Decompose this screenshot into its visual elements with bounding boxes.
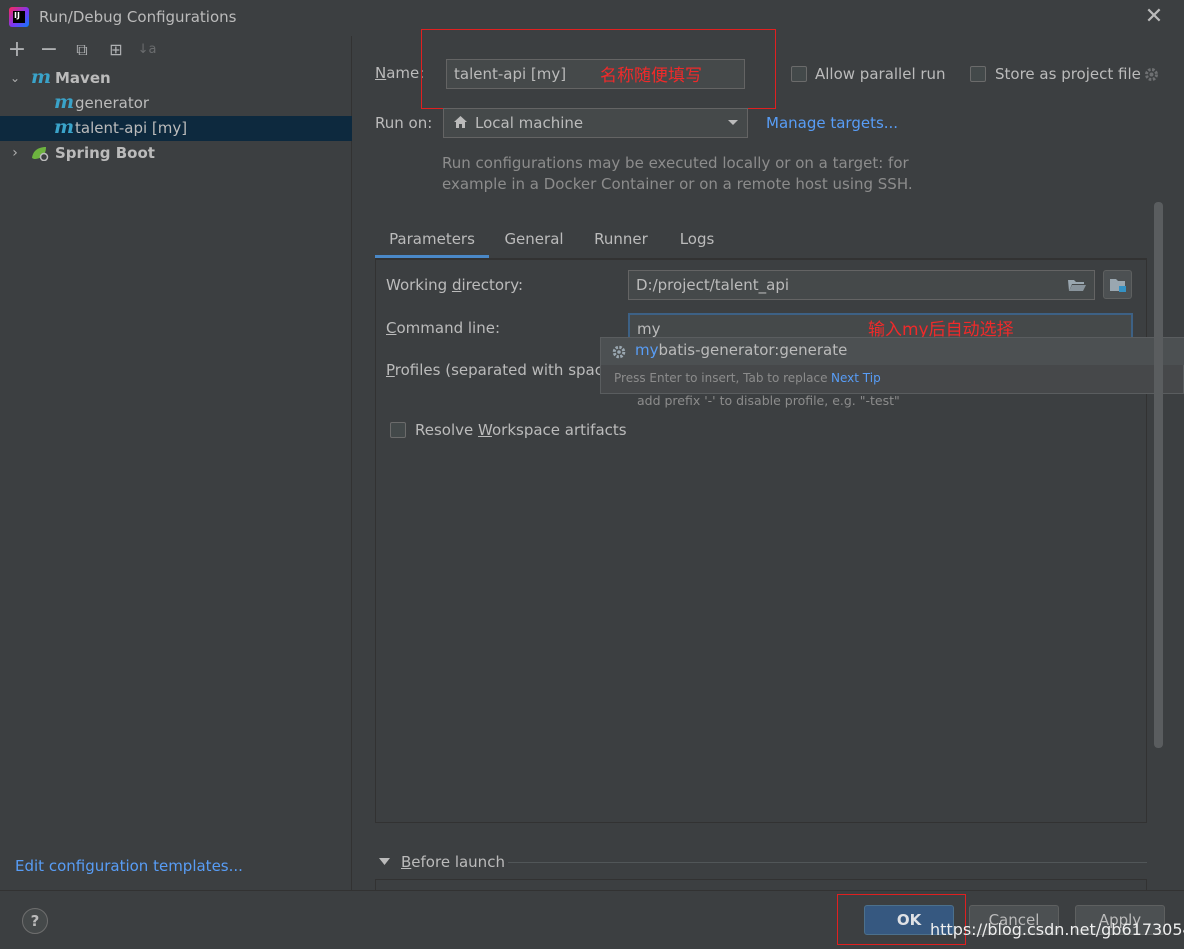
- run-on-label: Run on:: [375, 114, 433, 132]
- window-title: Run/Debug Configurations: [39, 8, 237, 26]
- autocomplete-rest: batis-generator:generate: [658, 341, 848, 359]
- manage-targets-link[interactable]: Manage targets...: [766, 114, 898, 132]
- intellij-app-icon: IJ: [9, 7, 29, 27]
- before-launch-divider: [508, 862, 1147, 863]
- tree-label-generator: generator: [75, 94, 150, 112]
- working-directory-label: Working directory:: [386, 276, 524, 294]
- browse-module-button[interactable]: [1103, 270, 1132, 299]
- before-launch-label: Before launch: [401, 853, 505, 871]
- annotation-box-name: [421, 29, 776, 109]
- add-icon[interactable]: +: [7, 39, 27, 61]
- run-on-hint-line1: Run configurations may be executed local…: [442, 154, 909, 172]
- sidebar-toolbar: + − ⧉ ⊞ ↓a: [0, 36, 352, 64]
- run-on-hint-line2: example in a Docker Container or on a re…: [442, 175, 913, 193]
- resolve-workspace-label: Resolve Workspace artifacts: [415, 421, 627, 439]
- autocomplete-item[interactable]: mybatis-generator:generate: [601, 338, 1184, 365]
- autocomplete-hint: Press Enter to insert, Tab to replace: [614, 371, 828, 385]
- store-project-file-checkbox[interactable]: [970, 66, 986, 82]
- profiles-label: Profiles (separated with space: [386, 361, 613, 379]
- gear-icon: [612, 345, 626, 359]
- spring-boot-icon: [32, 147, 49, 161]
- tab-parameters[interactable]: Parameters: [375, 226, 489, 258]
- allow-parallel-label: Allow parallel run: [815, 65, 946, 83]
- chevron-down-icon[interactable]: [379, 858, 390, 866]
- tree-label-maven: Maven: [55, 69, 111, 87]
- scrollbar[interactable]: [1154, 202, 1163, 748]
- name-label: Name:: [375, 64, 425, 82]
- chevron-right-icon[interactable]: ›: [8, 141, 22, 166]
- working-directory-field[interactable]: D:/project/talent_api: [628, 270, 1095, 300]
- tree-node-spring-boot[interactable]: › Spring Boot: [0, 141, 352, 166]
- tree-node-generator[interactable]: m generator: [0, 91, 352, 116]
- gear-icon[interactable]: [1143, 66, 1160, 83]
- allow-parallel-checkbox[interactable]: [791, 66, 807, 82]
- new-folder-icon[interactable]: ⊞: [106, 40, 126, 60]
- edit-templates-link[interactable]: Edit configuration templates...: [15, 857, 243, 875]
- tab-logs[interactable]: Logs: [670, 226, 724, 258]
- remove-icon[interactable]: −: [39, 39, 59, 61]
- run-on-select[interactable]: Local machine: [443, 108, 748, 138]
- chevron-down-icon[interactable]: ⌄: [8, 66, 22, 91]
- name-label-text: ame:: [386, 64, 425, 82]
- resolve-workspace-checkbox[interactable]: [390, 422, 406, 438]
- tree-label-talent-api: talent-api [my]: [75, 119, 188, 137]
- folder-open-icon[interactable]: [1067, 277, 1087, 293]
- folder-icon: [1110, 279, 1126, 292]
- autocomplete-popup: mybatis-generator:generate Press Enter t…: [600, 337, 1184, 394]
- tab-runner[interactable]: Runner: [585, 226, 657, 258]
- close-icon[interactable]: ✕: [1143, 6, 1165, 28]
- store-project-file-label: Store as project file: [995, 65, 1141, 83]
- tree-label-spring-boot: Spring Boot: [55, 144, 155, 162]
- home-icon: [454, 116, 467, 128]
- annotation-name: 名称随便填写: [600, 66, 702, 86]
- next-tip-link[interactable]: Next Tip: [831, 371, 881, 385]
- command-line-label: Command line:: [386, 319, 500, 337]
- watermark-text: https://blog.csdn.net/gb617305413: [930, 920, 1184, 939]
- tree-node-talent-api[interactable]: m talent-api [my]: [0, 116, 352, 141]
- maven-icon: m: [54, 116, 75, 138]
- tab-general[interactable]: General: [496, 226, 572, 258]
- tree-node-maven[interactable]: ⌄ m Maven: [0, 66, 352, 91]
- maven-icon: m: [54, 91, 75, 113]
- chevron-down-icon[interactable]: [727, 119, 739, 127]
- autocomplete-text: mybatis-generator:generate: [635, 341, 847, 359]
- copy-icon[interactable]: ⧉: [72, 40, 92, 60]
- maven-icon: m: [31, 66, 52, 88]
- sort-icon[interactable]: ↓a: [137, 40, 157, 60]
- autocomplete-match: my: [635, 341, 659, 359]
- help-button[interactable]: ?: [22, 908, 48, 934]
